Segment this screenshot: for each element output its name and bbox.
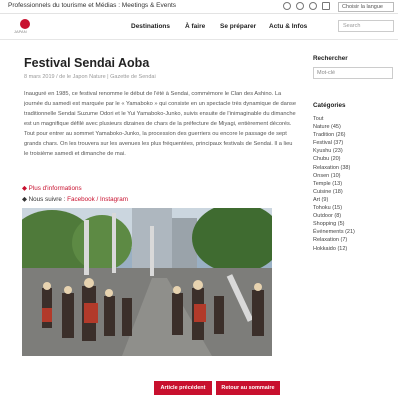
search-input[interactable]: Search (338, 20, 394, 32)
professional-link[interactable]: Professionnels du tourisme et Médias : M… (8, 2, 176, 9)
globe-icon[interactable] (283, 2, 291, 10)
article-links: ◆ Plus d'informations ◆ Nous suivre : Fa… (22, 183, 128, 205)
category-item[interactable]: Kyushu (23) (313, 147, 355, 155)
category-list: Tout Nature (45) Tradition (26) Festival… (313, 115, 355, 253)
category-item[interactable]: Événements (21) (313, 228, 355, 236)
category-item[interactable]: Art (9) (313, 196, 355, 204)
site-logo[interactable]: JAPAN (14, 19, 44, 35)
category-item[interactable]: Cuisine (18) (313, 188, 355, 196)
nav-a-faire[interactable]: À faire (185, 23, 205, 30)
social-row: ◆ Nous suivre : Facebook / Instagram (22, 194, 128, 205)
social-links[interactable]: Facebook / Instagram (67, 196, 128, 203)
category-item[interactable]: Chubu (20) (313, 155, 355, 163)
category-item[interactable]: Tradition (26) (313, 131, 355, 139)
heart-icon[interactable] (322, 2, 330, 10)
nav-destinations[interactable]: Destinations (131, 23, 170, 30)
language-select[interactable]: Choisir la langue (338, 2, 394, 12)
back-to-summary-button[interactable]: Retour au sommaire (216, 381, 280, 395)
main-navigation: JAPAN Destinations À faire Se préparer A… (0, 14, 398, 40)
page-title: Festival Sendai Aoba (24, 56, 150, 70)
festival-photo (22, 208, 272, 356)
article-meta: 8 mars 2019 / de le Japon Nature | Gazet… (24, 74, 156, 80)
social-label: Nous suivre : (28, 196, 68, 203)
category-item[interactable]: Shopping (5) (313, 220, 355, 228)
nav-actu-infos[interactable]: Actu & Infos (269, 23, 307, 30)
nav-se-preparer[interactable]: Se préparer (220, 23, 256, 30)
category-item[interactable]: Tout (313, 115, 355, 123)
info-link-row: ◆ Plus d'informations (22, 183, 128, 194)
logo-mark (20, 19, 30, 29)
category-item[interactable]: Relaxation (7) (313, 236, 355, 244)
category-item[interactable]: Outdoor (8) (313, 212, 355, 220)
more-info-link[interactable]: Plus d'informations (29, 185, 82, 192)
article-body: Inauguré en 1985, ce festival renomme le… (24, 89, 296, 169)
user-icon[interactable] (296, 2, 304, 10)
utility-bar: Professionnels du tourisme et Médias : M… (0, 0, 398, 14)
mail-icon[interactable] (309, 2, 317, 10)
category-item[interactable]: Tohoku (15) (313, 204, 355, 212)
category-item[interactable]: Nature (45) (313, 123, 355, 131)
category-item[interactable]: Festival (37) (313, 139, 355, 147)
article-paragraph: Inauguré en 1985, ce festival renomme le… (24, 91, 296, 157)
sidebar-search-title: Rechercher (313, 55, 348, 62)
previous-article-button[interactable]: Article précédent (154, 381, 212, 395)
category-item[interactable]: Hokkaido (12) (313, 245, 355, 253)
bullet-icon: ◆ (22, 196, 27, 203)
logo-text: JAPAN (14, 29, 27, 34)
categories-title: Catégories (313, 102, 346, 109)
category-item[interactable]: Onsen (10) (313, 172, 355, 180)
sidebar-search-input[interactable]: Mot-clé (313, 67, 393, 79)
category-item[interactable]: Temple (13) (313, 180, 355, 188)
bullet-icon: ◆ (22, 185, 27, 192)
category-item[interactable]: Relaxation (38) (313, 164, 355, 172)
